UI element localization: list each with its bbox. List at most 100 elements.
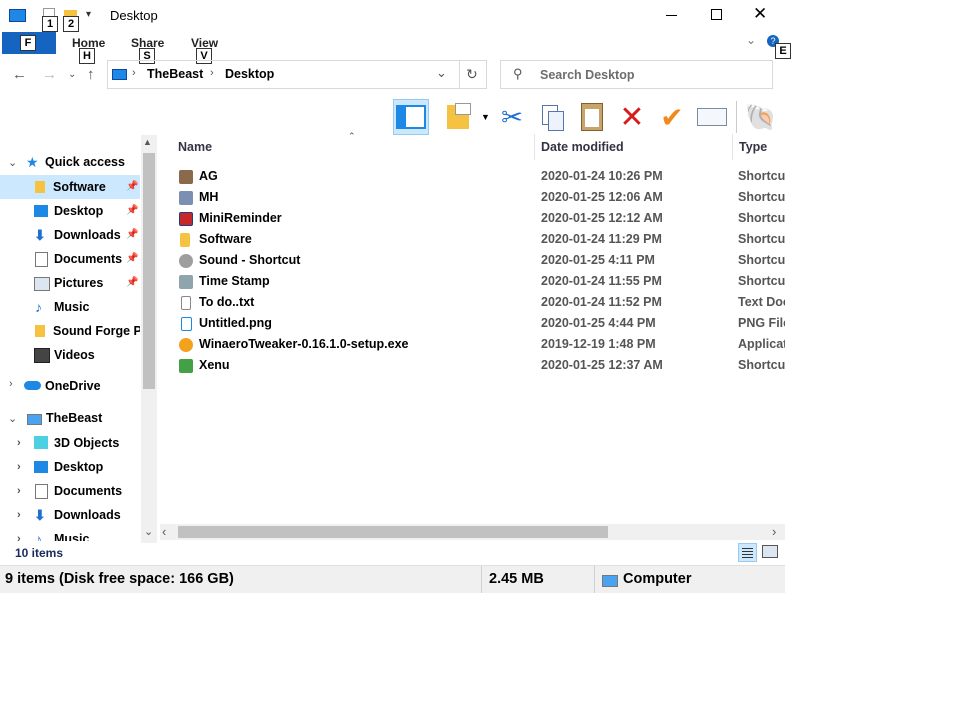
sidebar-item-label: Downloads	[54, 228, 121, 242]
scroll-right-icon[interactable]: ›	[772, 524, 776, 539]
folder-icon	[35, 325, 45, 337]
column-divider[interactable]	[732, 134, 733, 160]
table-row[interactable]: WinaeroTweaker-0.16.1.0-setup.exe 2019-1…	[160, 334, 785, 355]
minimize-button[interactable]	[662, 5, 682, 25]
refresh-icon[interactable]: ↻	[466, 66, 478, 83]
sidebar-item-sound-forge[interactable]: Sound Forge P	[0, 319, 140, 343]
sidebar-item-downloads[interactable]: ⬇ Downloads 📌	[0, 223, 140, 247]
back-button[interactable]: ←	[12, 66, 27, 83]
expand-ribbon-icon[interactable]: ⌄	[746, 33, 756, 47]
sidebar-item-software[interactable]: Software 📌	[0, 175, 140, 199]
scroll-up-icon[interactable]: ▲	[143, 137, 152, 147]
table-row[interactable]: Untitled.png 2020-01-25 4:44 PM PNG File	[160, 313, 785, 334]
chevron-right-icon[interactable]: ›	[9, 378, 13, 390]
nav-onedrive[interactable]: OneDrive	[45, 379, 101, 393]
address-bar[interactable]: › TheBeast › Desktop ⌄ ↻	[107, 60, 487, 89]
pin-icon[interactable]: 📌	[126, 271, 138, 295]
sidebar-item-music[interactable]: ♪ Music	[0, 295, 140, 319]
nav-scrollbar[interactable]: ▲ ⌄	[141, 135, 157, 543]
nav-quick-access[interactable]: Quick access	[45, 155, 125, 169]
chevron-right-icon[interactable]: ›	[17, 455, 21, 479]
scroll-down-icon[interactable]: ⌄	[144, 525, 153, 538]
table-row[interactable]: To do..txt 2020-01-24 11:52 PM Text Docu…	[160, 292, 785, 313]
sidebar-item-pc-music[interactable]: › ♪ Music	[0, 527, 140, 541]
table-row[interactable]: Time Stamp 2020-01-24 11:55 PM Shortcut	[160, 271, 785, 292]
image-file-icon	[181, 317, 192, 331]
file-type: Shortcut	[738, 274, 785, 288]
file-date: 2020-01-25 4:44 PM	[541, 316, 656, 330]
sidebar-item-pc-desktop[interactable]: › Desktop	[0, 455, 140, 479]
horizontal-scrollbar[interactable]: ‹ ›	[160, 524, 785, 540]
scroll-thumb[interactable]	[178, 526, 608, 538]
chevron-right-icon[interactable]: ›	[17, 503, 21, 527]
status-size: 2.45 MB	[489, 571, 544, 587]
table-row[interactable]: MiniReminder 2020-01-25 12:12 AM Shortcu…	[160, 208, 785, 229]
forward-button[interactable]: →	[42, 66, 57, 83]
breadcrumb-desktop[interactable]: Desktop	[225, 67, 274, 81]
details-view-button[interactable]	[738, 543, 757, 562]
sidebar-item-pc-documents[interactable]: › Documents	[0, 479, 140, 503]
desktop-icon	[34, 205, 48, 217]
column-divider[interactable]	[534, 134, 535, 160]
pictures-icon	[34, 277, 50, 291]
shortcut-icon	[179, 212, 193, 226]
pin-icon[interactable]: 📌	[126, 247, 138, 271]
chevron-right-icon[interactable]: ›	[17, 431, 21, 455]
sidebar-item-documents[interactable]: Documents 📌	[0, 247, 140, 271]
select-icon[interactable]: ✔	[654, 99, 690, 135]
file-tab[interactable]: F	[2, 32, 56, 54]
navigation-pane-button[interactable]	[393, 99, 429, 135]
scroll-left-icon[interactable]: ‹	[162, 524, 166, 539]
computer-icon	[602, 575, 618, 587]
file-date: 2020-01-25 4:11 PM	[541, 253, 655, 267]
sidebar-item-pictures[interactable]: Pictures 📌	[0, 271, 140, 295]
star-icon: ★	[26, 154, 39, 170]
copy-icon[interactable]	[534, 99, 570, 135]
window-title: Desktop	[110, 8, 158, 23]
customize-qat-icon[interactable]: ▾	[86, 9, 91, 20]
delete-icon[interactable]: ✕	[614, 99, 650, 135]
file-date: 2020-01-24 11:29 PM	[541, 232, 662, 246]
table-row[interactable]: MH 2020-01-25 12:06 AM Shortcut	[160, 187, 785, 208]
paste-icon[interactable]	[574, 99, 610, 135]
sidebar-item-videos[interactable]: Videos	[0, 343, 140, 367]
search-box[interactable]: ⚲ Search Desktop	[500, 60, 773, 89]
pin-icon[interactable]: 📌	[126, 223, 138, 247]
file-name: Xenu	[199, 358, 230, 372]
cut-icon[interactable]: ✂	[494, 99, 530, 135]
status-divider	[594, 566, 595, 593]
column-type[interactable]: Type	[739, 140, 767, 154]
sidebar-item-label: Desktop	[54, 204, 104, 218]
recent-locations-icon[interactable]: ⌄	[68, 69, 76, 80]
close-button[interactable]: ✕	[753, 4, 767, 24]
column-date-modified[interactable]: Date modified	[541, 140, 624, 154]
large-icons-view-button[interactable]	[762, 545, 778, 558]
properties-button[interactable]	[440, 99, 476, 135]
pin-icon[interactable]: 📌	[126, 175, 138, 199]
toolbar-divider	[736, 101, 737, 133]
up-button[interactable]: ↑	[87, 66, 95, 83]
chevron-right-icon[interactable]: ›	[17, 527, 21, 541]
table-row[interactable]: Sound - Shortcut 2020-01-25 4:11 PM Shor…	[160, 250, 785, 271]
address-dropdown-icon[interactable]: ⌄	[436, 65, 447, 81]
shell-icon[interactable]: 🐚	[743, 99, 779, 135]
nav-thebeast[interactable]: TheBeast	[46, 411, 102, 425]
chevron-right-icon[interactable]: ›	[17, 479, 21, 503]
chevron-down-icon[interactable]: ▼	[481, 112, 490, 122]
sidebar-item-3d-objects[interactable]: › 3D Objects	[0, 431, 140, 455]
chevron-down-icon[interactable]: ⌄	[8, 156, 17, 169]
sidebar-item-pc-downloads[interactable]: › ⬇ Downloads	[0, 503, 140, 527]
pin-icon[interactable]: 📌	[126, 199, 138, 223]
maximize-button[interactable]	[706, 5, 726, 25]
breadcrumb-thebeast[interactable]: TheBeast	[147, 67, 203, 81]
scroll-thumb[interactable]	[143, 153, 155, 389]
shortcut-icon	[179, 191, 193, 205]
rename-icon[interactable]	[694, 99, 730, 135]
table-row[interactable]: AG 2020-01-24 10:26 PM Shortcut	[160, 166, 785, 187]
table-row[interactable]: Software 2020-01-24 11:29 PM Shortcut	[160, 229, 785, 250]
column-name[interactable]: Name	[178, 140, 212, 154]
file-name: AG	[199, 169, 218, 183]
table-row[interactable]: Xenu 2020-01-25 12:37 AM Shortcut	[160, 355, 785, 376]
sidebar-item-desktop[interactable]: Desktop 📌	[0, 199, 140, 223]
chevron-down-icon[interactable]: ⌄	[8, 412, 17, 425]
